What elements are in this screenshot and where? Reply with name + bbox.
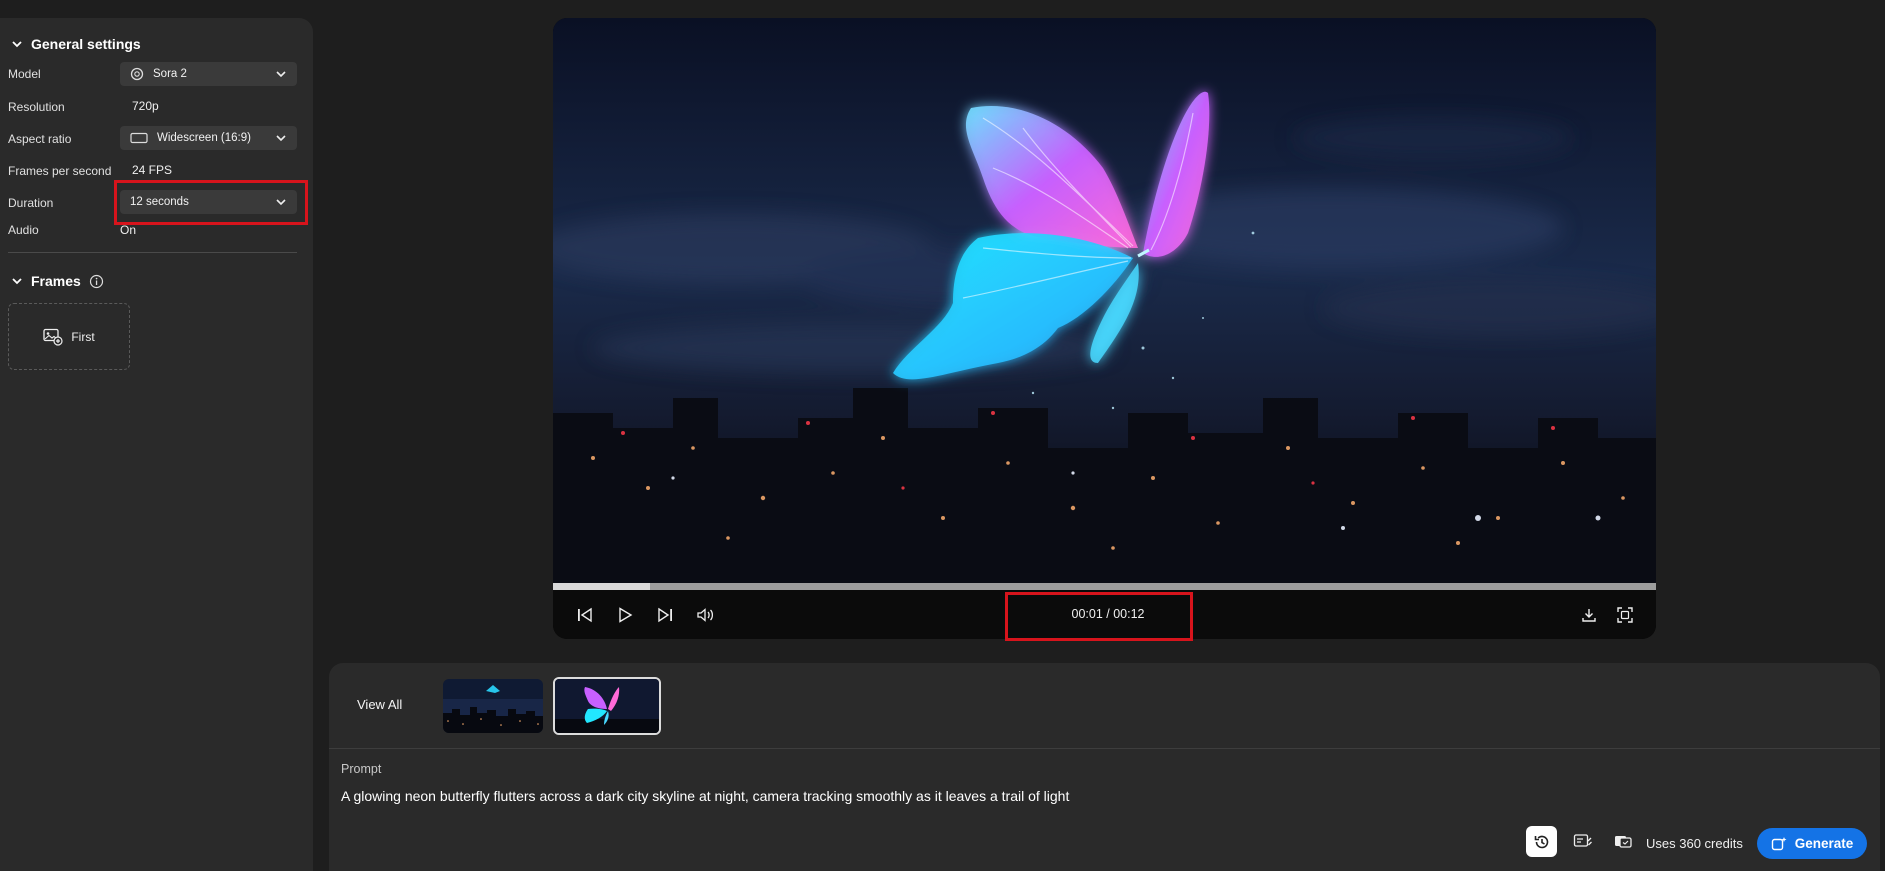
frames-header[interactable]: Frames — [11, 273, 104, 289]
add-image-icon — [43, 328, 63, 346]
video-progress-bar[interactable] — [553, 583, 1656, 590]
history-button[interactable] — [1526, 826, 1557, 857]
first-frame-slot[interactable]: First — [8, 303, 130, 370]
video-player[interactable]: 00:01 / 00:12 — [553, 18, 1656, 639]
thumbnail-neon-butterfly[interactable] — [553, 677, 661, 735]
openai-logo-icon — [130, 67, 144, 81]
view-all-link[interactable]: View All — [357, 697, 402, 712]
audio-value[interactable]: On — [120, 223, 136, 237]
resolution-label: Resolution — [8, 100, 65, 114]
aspect-ratio-value: Widescreen (16:9) — [157, 132, 251, 144]
fps-label: Frames per second — [8, 164, 112, 178]
general-settings-title: General settings — [31, 36, 141, 52]
credits-text: Uses 360 credits — [1646, 836, 1743, 851]
fps-value: 24 FPS — [132, 163, 173, 177]
generate-label: Generate — [1794, 836, 1854, 851]
generate-sparkle-icon — [1771, 836, 1787, 850]
prompt-label: Prompt — [341, 762, 382, 776]
fullscreen-icon[interactable] — [1614, 604, 1636, 626]
credits-icon — [1612, 830, 1634, 852]
resolution-value: 720p — [132, 99, 159, 113]
duration-highlight-box — [114, 180, 308, 225]
general-settings-header[interactable]: General settings — [11, 36, 141, 52]
model-value: Sora 2 — [153, 68, 187, 80]
video-frame-neon-butterfly — [553, 18, 1656, 583]
prompt-divider — [329, 748, 1880, 749]
aspect-ratio-dropdown[interactable]: Widescreen (16:9) — [120, 126, 297, 150]
frames-title: Frames — [31, 273, 81, 289]
chevron-down-icon — [276, 135, 286, 142]
video-progress-fill — [553, 583, 651, 590]
first-frame-label: First — [71, 329, 95, 344]
aspect-ratio-label: Aspect ratio — [8, 132, 72, 146]
widescreen-icon — [130, 131, 148, 145]
download-icon[interactable] — [1578, 604, 1600, 626]
thumbnail-city-skyline[interactable] — [443, 679, 543, 733]
section-divider — [8, 252, 297, 253]
play-icon[interactable] — [614, 604, 636, 626]
model-dropdown[interactable]: Sora 2 — [120, 62, 297, 86]
skip-back-icon[interactable] — [574, 604, 596, 626]
model-label: Model — [8, 67, 41, 81]
generation-panel: View All Prompt A glowing neon butterfly… — [329, 663, 1880, 871]
chevron-down-icon — [12, 41, 22, 48]
audio-label: Audio — [8, 223, 39, 237]
prompt-settings-icon[interactable] — [1572, 830, 1594, 852]
chevron-down-icon — [12, 278, 22, 285]
history-icon — [1534, 835, 1548, 848]
volume-icon[interactable] — [694, 604, 716, 626]
settings-sidebar: General settings Model Sora 2 Resolution… — [0, 18, 313, 871]
prompt-input[interactable]: A glowing neon butterfly flutters across… — [341, 788, 1069, 804]
timecode-highlight-box — [1005, 592, 1193, 641]
chevron-down-icon — [276, 71, 286, 78]
generate-button[interactable]: Generate — [1757, 828, 1867, 859]
info-icon[interactable] — [89, 274, 104, 289]
duration-label: Duration — [8, 196, 54, 210]
skip-forward-icon[interactable] — [654, 604, 676, 626]
